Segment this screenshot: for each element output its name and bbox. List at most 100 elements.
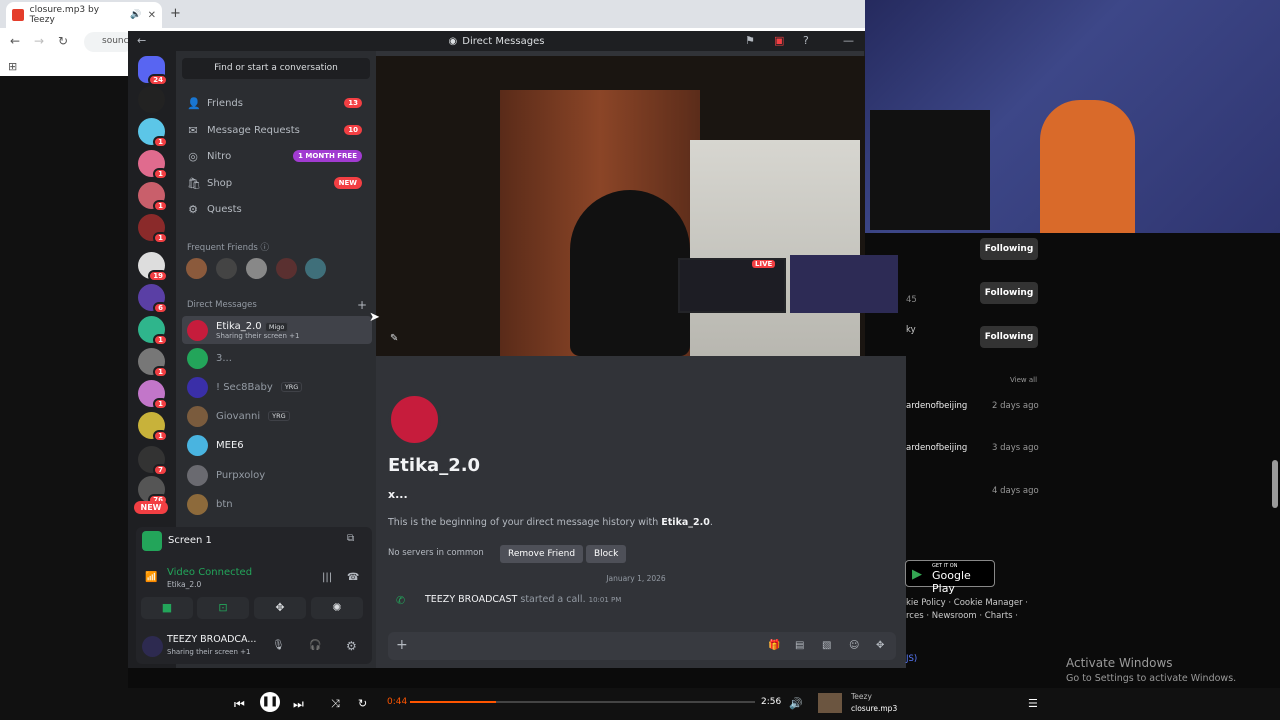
google-play-badge[interactable]: ▶ GET IT ON Google Play bbox=[905, 560, 995, 595]
message-input[interactable] bbox=[388, 632, 896, 660]
next-track-icon[interactable]: ⏭ bbox=[293, 697, 304, 712]
server-icon[interactable]: 1 bbox=[138, 182, 168, 212]
scrollbar[interactable] bbox=[1272, 460, 1278, 508]
frequent-friend-avatar[interactable] bbox=[216, 258, 237, 279]
server-badge: 6 bbox=[153, 302, 168, 314]
gift-icon[interactable]: 🎁 bbox=[768, 640, 780, 651]
server-icon[interactable]: 7 bbox=[138, 446, 168, 476]
attach-plus-icon[interactable]: + bbox=[396, 637, 408, 653]
following-button[interactable]: Following bbox=[980, 326, 1038, 348]
url-field[interactable]: sounc bbox=[84, 32, 134, 52]
nav-message-requests[interactable]: ✉ Message Requests 10 bbox=[182, 118, 372, 142]
dm-item[interactable]: MEE6 bbox=[182, 431, 372, 459]
apps-grid-icon[interactable]: ⊞ bbox=[8, 60, 17, 73]
share-screen-button[interactable]: ⊡ bbox=[197, 597, 249, 619]
dm-item-etika[interactable]: Etika_2.0 Migo Sharing their screen +1 bbox=[182, 316, 372, 344]
nav-quests[interactable]: ⚙ Quests bbox=[182, 197, 372, 221]
headphones-icon[interactable]: 🎧 bbox=[309, 640, 321, 651]
track-title[interactable]: closure.mp3 bbox=[851, 704, 897, 713]
following-button[interactable]: Following bbox=[980, 238, 1038, 260]
voice-channel[interactable]: Etika_2.0 bbox=[167, 580, 201, 589]
dm-item[interactable]: ! Sec8Baby YRG bbox=[182, 373, 372, 401]
gif-icon[interactable]: ▤ bbox=[795, 640, 804, 651]
frequent-friend-avatar[interactable] bbox=[276, 258, 297, 279]
server-badge: 1 bbox=[153, 366, 168, 378]
back-icon[interactable]: ← bbox=[10, 34, 20, 48]
audio-playing-icon[interactable]: 🔊 bbox=[130, 10, 141, 20]
webcam-piano bbox=[870, 110, 990, 230]
microphone-icon[interactable]: 🎙 bbox=[272, 640, 285, 651]
nav-nitro[interactable]: ◎ Nitro 1 MONTH FREE bbox=[182, 144, 372, 168]
forward-icon[interactable]: → bbox=[34, 34, 44, 48]
camera-thumbnail[interactable] bbox=[790, 255, 898, 313]
track-artwork[interactable] bbox=[818, 693, 842, 713]
footer-links[interactable]: kie Policy · Cookie Manager · bbox=[906, 598, 1028, 608]
popout-icon[interactable]: ⧉ bbox=[347, 533, 354, 544]
screen-share-icon[interactable]: ▣ bbox=[774, 34, 784, 47]
info-icon[interactable]: ⓘ bbox=[261, 243, 270, 253]
server-icon[interactable]: 1 bbox=[138, 380, 168, 410]
like-user[interactable]: ardenofbeijing bbox=[906, 443, 967, 453]
frequent-friend-avatar[interactable] bbox=[246, 258, 267, 279]
soundboard-button[interactable]: ✺ bbox=[311, 597, 363, 619]
like-time: 2 days ago bbox=[992, 401, 1039, 411]
minimize-icon[interactable]: — bbox=[843, 34, 854, 47]
stream-settings-icon[interactable]: ✎ bbox=[390, 333, 398, 344]
find-conversation-search[interactable]: Find or start a conversation bbox=[182, 58, 370, 79]
following-button[interactable]: Following bbox=[980, 282, 1038, 304]
new-servers-badge[interactable]: NEW bbox=[134, 501, 168, 514]
emoji-icon[interactable]: ☺ bbox=[849, 640, 859, 651]
noise-suppression-icon[interactable]: ||| bbox=[322, 572, 332, 583]
queue-icon[interactable]: ☰ bbox=[1028, 697, 1038, 710]
repeat-icon[interactable]: ↻ bbox=[358, 697, 367, 710]
block-button[interactable]: Block bbox=[586, 545, 627, 563]
soundcloud-favicon-icon bbox=[12, 9, 24, 21]
dm-item[interactable]: Giovanni YRG bbox=[182, 402, 372, 430]
titlebar-back-icon[interactable]: ← bbox=[137, 34, 146, 47]
view-all-link[interactable]: View all bbox=[1010, 376, 1037, 384]
footer-links[interactable]: rces · Newsroom · Charts · bbox=[906, 611, 1018, 621]
nav-shop[interactable]: 🛍 Shop NEW bbox=[182, 171, 372, 195]
server-icon[interactable]: 19 bbox=[138, 252, 168, 282]
flag-icon[interactable]: ⚑ bbox=[745, 34, 755, 47]
close-tab-icon[interactable]: ✕ bbox=[148, 10, 156, 21]
browser-tab[interactable]: closure.mp3 by Teezy 🔊 ✕ bbox=[6, 2, 162, 28]
server-icon[interactable]: 1 bbox=[138, 316, 168, 346]
server-icon[interactable]: 6 bbox=[138, 284, 168, 314]
activities-button[interactable]: ✥ bbox=[254, 597, 306, 619]
server-icon[interactable] bbox=[138, 86, 165, 113]
remove-friend-button[interactable]: Remove Friend bbox=[500, 545, 584, 563]
help-icon[interactable]: ? bbox=[803, 34, 809, 47]
like-user[interactable]: ardenofbeijing bbox=[906, 401, 967, 411]
reload-icon[interactable]: ↻ bbox=[58, 34, 68, 48]
dm-item[interactable]: 3... bbox=[182, 344, 372, 372]
server-icon[interactable]: 1 bbox=[138, 150, 168, 180]
apps-icon[interactable]: ✥ bbox=[876, 640, 884, 651]
volume-icon[interactable]: 🔊 bbox=[789, 697, 803, 710]
server-icon[interactable]: 1 bbox=[138, 412, 168, 442]
footer-links[interactable]: JS) bbox=[906, 654, 917, 664]
mutual-servers: No servers in common bbox=[388, 548, 484, 558]
dm-item[interactable]: Purpxoloy bbox=[182, 461, 372, 489]
sticker-icon[interactable]: ▧ bbox=[822, 640, 831, 651]
settings-gear-icon[interactable]: ⚙ bbox=[346, 639, 357, 653]
frequent-friend-avatar[interactable] bbox=[305, 258, 326, 279]
camera-button[interactable]: ■ bbox=[141, 597, 193, 619]
dm-item[interactable]: btn bbox=[182, 490, 372, 518]
server-icon[interactable]: 1 bbox=[138, 348, 168, 378]
previous-track-icon[interactable]: ⏮ bbox=[234, 697, 245, 712]
frequent-friend-avatar[interactable] bbox=[186, 258, 207, 279]
server-icon[interactable]: 1 bbox=[138, 214, 168, 244]
server-icon[interactable]: 76 bbox=[138, 476, 168, 506]
profile-avatar[interactable] bbox=[388, 393, 441, 446]
disconnect-icon[interactable]: ☎ bbox=[347, 572, 359, 583]
track-artist[interactable]: Teezy bbox=[851, 692, 872, 701]
new-tab-button[interactable]: + bbox=[170, 6, 181, 21]
shuffle-icon[interactable]: ⤨ bbox=[331, 697, 340, 711]
user-avatar[interactable] bbox=[142, 636, 163, 657]
create-dm-plus-icon[interactable]: + bbox=[357, 298, 367, 312]
nav-friends[interactable]: 👤 Friends 13 bbox=[182, 91, 372, 115]
home-discord-icon[interactable]: 24 bbox=[138, 56, 168, 86]
server-icon[interactable]: 1 bbox=[138, 118, 168, 148]
pause-button[interactable]: ❚❚ bbox=[260, 692, 280, 712]
